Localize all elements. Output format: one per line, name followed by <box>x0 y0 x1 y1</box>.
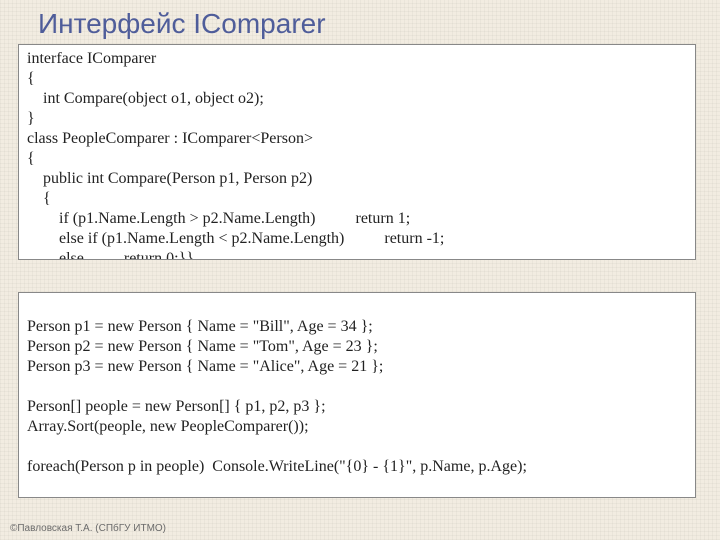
slide: Интерфейс IComparer interface IComparer … <box>0 0 720 540</box>
footer-copyright: ©Павловская Т.А. (СПбГУ ИТМО) <box>10 523 166 534</box>
code-box-interface: interface IComparer { int Compare(object… <box>18 44 696 260</box>
code-box-usage: Person p1 = new Person { Name = "Bill", … <box>18 292 696 498</box>
slide-title: Интерфейс IComparer <box>38 8 326 40</box>
